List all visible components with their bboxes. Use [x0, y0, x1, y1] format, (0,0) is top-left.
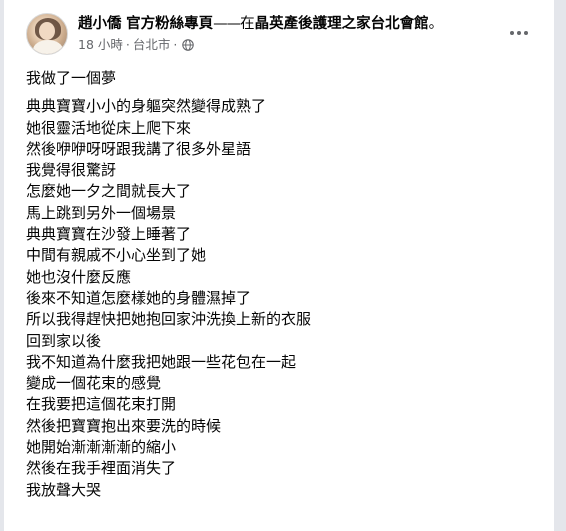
- post-line: 我不知道為什麼我把她跟一些花包在一起: [26, 352, 297, 371]
- post-line: 所以我得趕快把她抱回家沖洗換上新的衣服: [26, 310, 312, 329]
- post-title: 趙小僑 官方粉絲專頁——在晶英產後護理之家台北會館。: [78, 16, 444, 32]
- post-line: 我放聲大哭: [26, 480, 102, 499]
- post-line: 變成一個花束的感覺: [26, 374, 162, 393]
- post-line: 回到家以後: [26, 331, 102, 350]
- post-line: 在我要把這個花束打開: [26, 395, 177, 414]
- post-city[interactable]: 台北市: [133, 37, 171, 53]
- post-meta: 18 小時 · 台北市 ·: [78, 37, 504, 53]
- post-first-line: 我做了一個夢: [26, 69, 117, 87]
- author-avatar[interactable]: [26, 13, 68, 55]
- post-line: 馬上跳到另外一個場景: [26, 203, 177, 222]
- post-line: 她很靈活地從床上爬下來: [26, 118, 192, 137]
- page-name[interactable]: 官方粉絲專頁: [126, 16, 213, 32]
- post-body: 我做了一個夢 典典寶寶小小的身軀突然變得成熟了 她很靈活地從床上爬下來 然後咿咿…: [26, 68, 542, 501]
- post-line: 然後咿咿呀呀跟我講了很多外星語: [26, 139, 252, 158]
- post-line: 中間有親戚不小心坐到了她: [26, 246, 207, 265]
- post-card: 趙小僑 官方粉絲專頁——在晶英產後護理之家台北會館。 18 小時 · 台北市 ·: [4, 0, 554, 531]
- post-line: 後來不知道怎麼樣她的身體濕掉了: [26, 288, 252, 307]
- post-line: 然後把寶寶抱出來要洗的時候: [26, 416, 222, 435]
- post-header: 趙小僑 官方粉絲專頁——在晶英產後護理之家台北會館。 18 小時 · 台北市 ·: [26, 13, 544, 57]
- avatar-face: [39, 22, 55, 40]
- post-line: 我覺得很驚訝: [26, 161, 117, 180]
- post-line: 怎麼她一夕之間就長大了: [26, 182, 192, 201]
- meta-dot-2: ·: [173, 37, 178, 52]
- title-end: 。: [428, 16, 444, 32]
- post-line: 典典寶寶小小的身軀突然變得成熟了: [26, 97, 267, 116]
- post-line: 她開始漸漸漸漸的縮小: [26, 438, 177, 457]
- post-line: 然後在我手裡面消失了: [26, 459, 177, 478]
- post-line: 典典寶寶在沙發上睡著了: [26, 225, 192, 244]
- at-text: 在: [240, 16, 255, 32]
- more-options-icon[interactable]: [508, 27, 530, 39]
- post-time[interactable]: 18 小時: [78, 37, 123, 53]
- location-link[interactable]: 晶英產後護理之家台北會館: [255, 16, 429, 32]
- author-name[interactable]: 趙小僑: [78, 16, 122, 32]
- post-line: 她也沒什麼反應: [26, 267, 132, 286]
- meta-dot: ·: [125, 37, 130, 52]
- header-text: 趙小僑 官方粉絲專頁——在晶英產後護理之家台北會館。 18 小時 · 台北市 ·: [78, 14, 504, 53]
- globe-icon[interactable]: [182, 39, 195, 51]
- avatar-body: [33, 40, 63, 54]
